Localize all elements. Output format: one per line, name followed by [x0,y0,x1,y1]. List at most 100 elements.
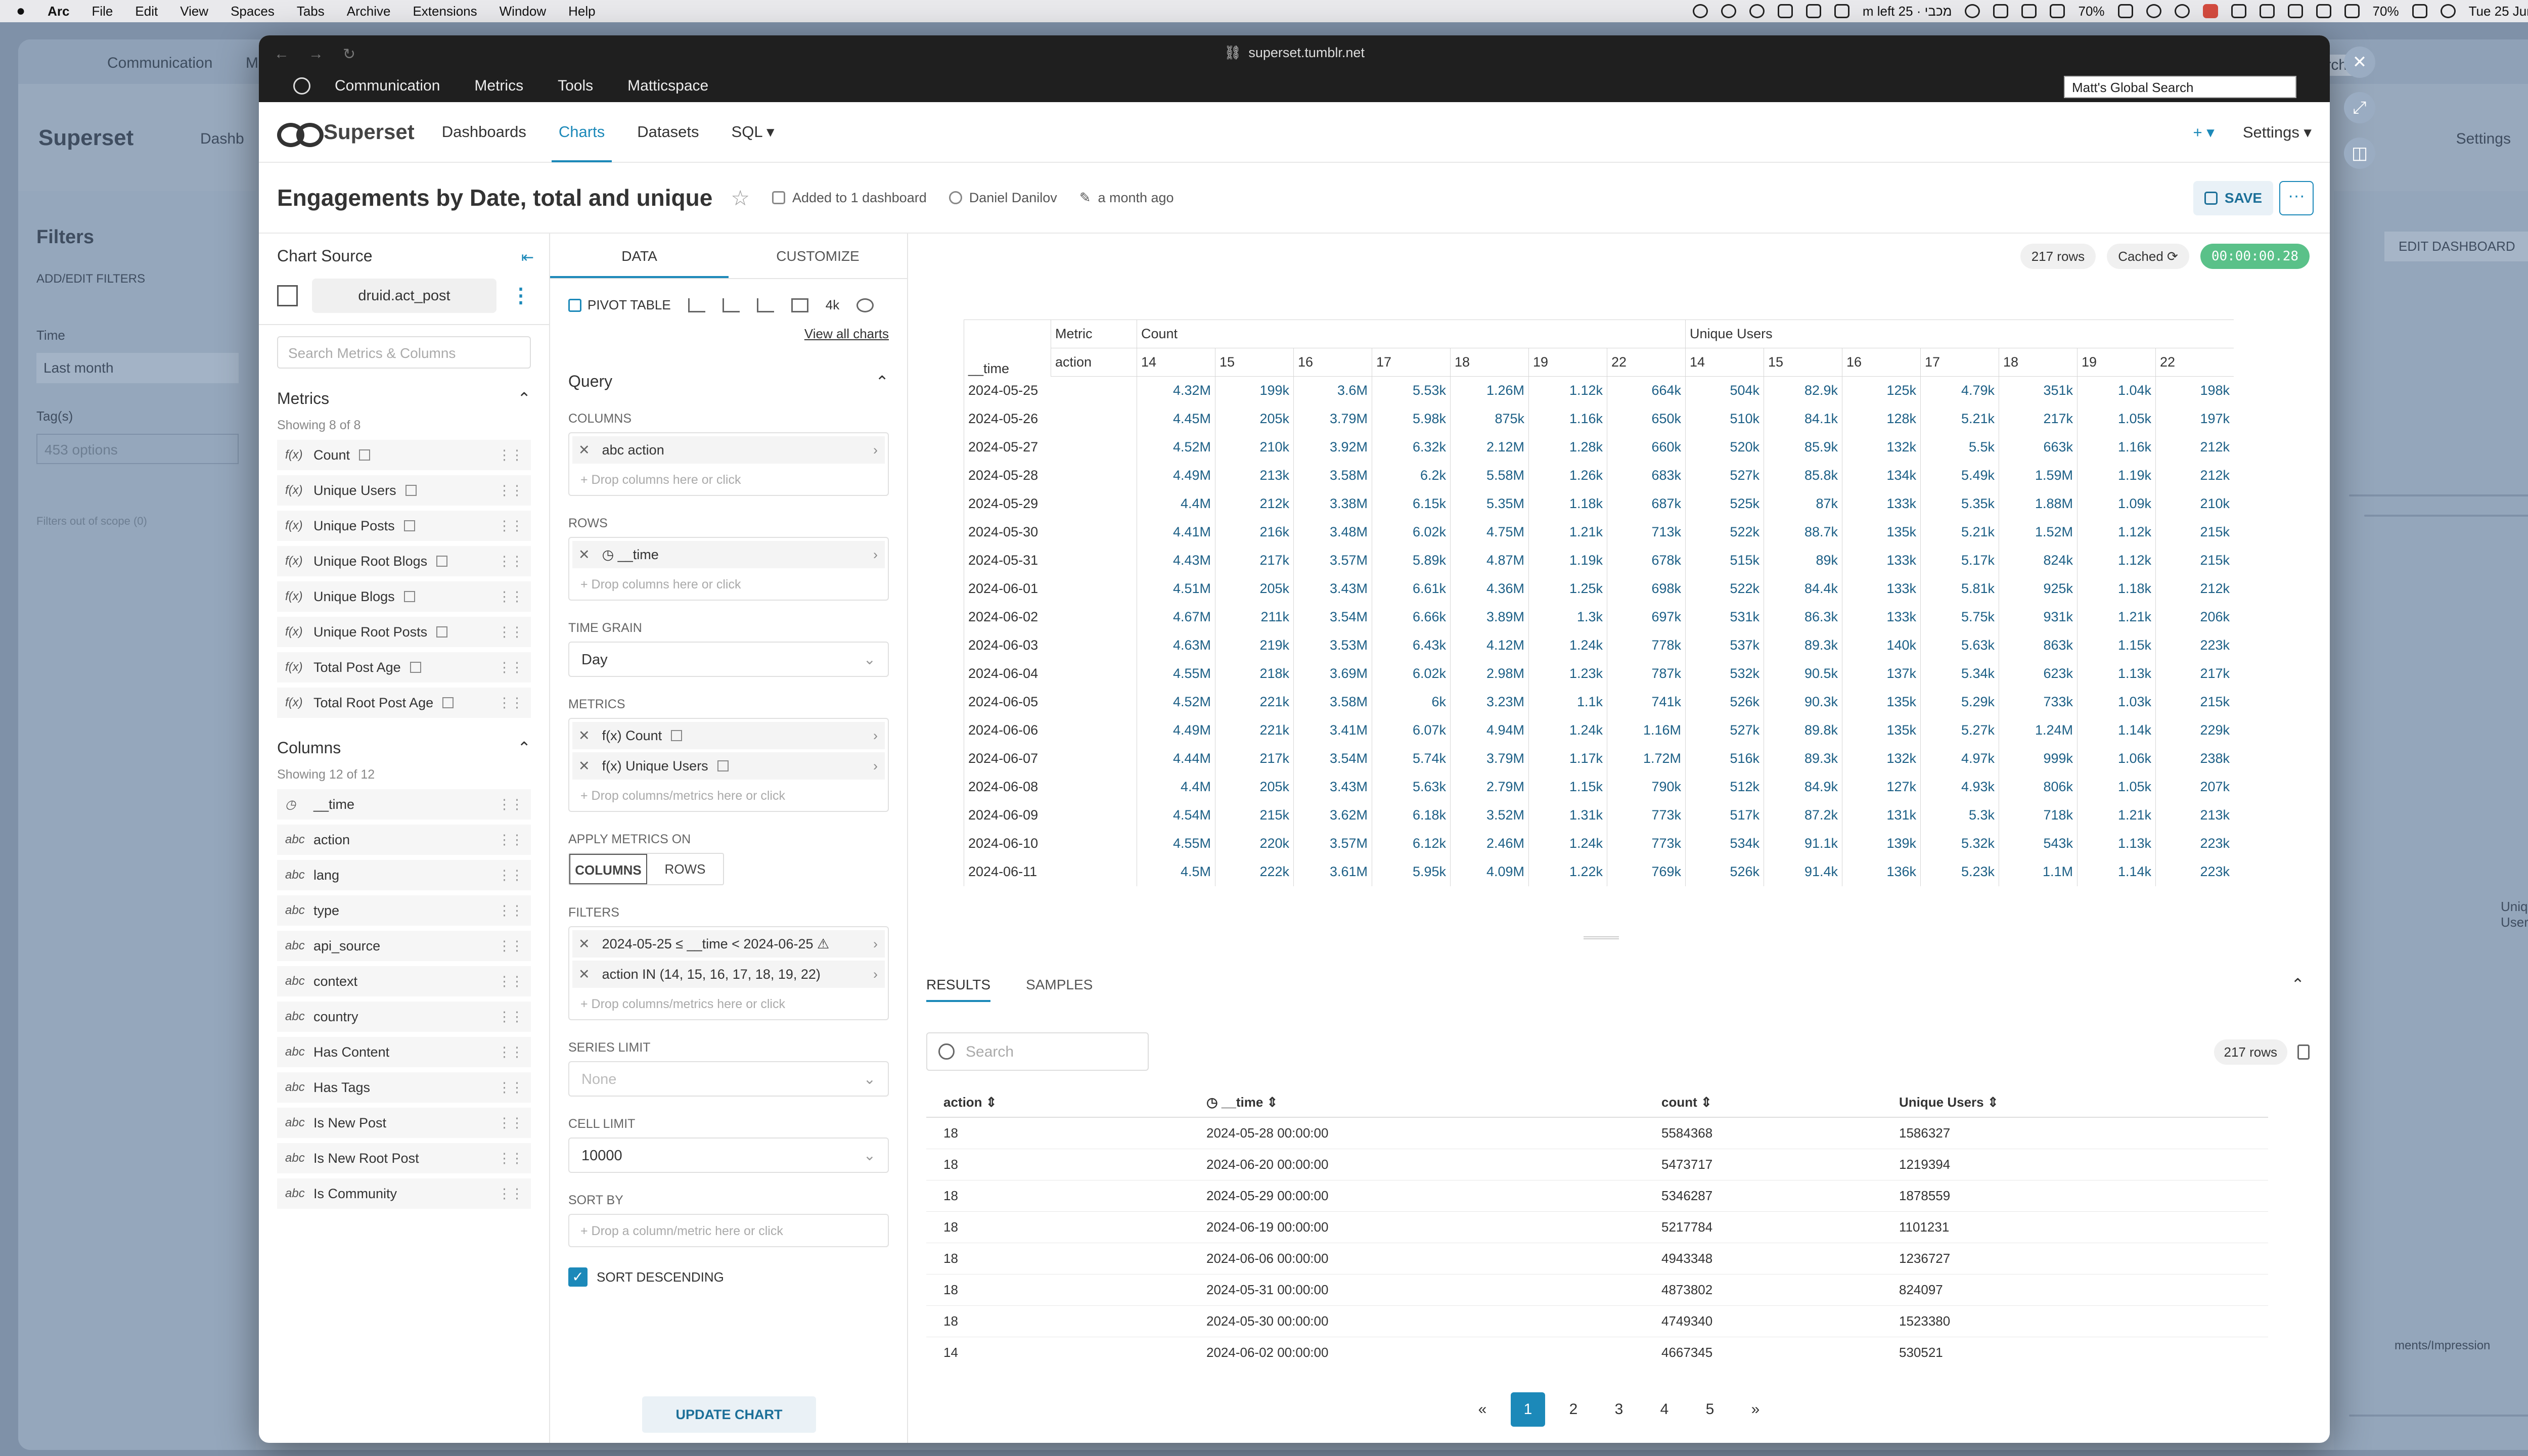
metric-item[interactable]: f(x) Unique Blogs ⋮⋮ [277,581,531,612]
metric-pill-count[interactable]: ✕ f(x) Count › [572,722,885,749]
expand-icon[interactable]: ⤢ [2344,92,2375,123]
menu-spaces[interactable]: Spaces [231,4,275,19]
remove-icon[interactable]: ✕ [578,728,590,744]
results-search-input[interactable]: Search [926,1032,1149,1071]
drag-handle-icon[interactable]: ⋮⋮ [498,483,524,498]
metric-pill-unique-users[interactable]: ✕ f(x) Unique Users › [572,752,885,780]
menu-edit[interactable]: Edit [135,4,158,19]
remove-icon[interactable]: ✕ [578,758,590,774]
bar-chart-filled-icon[interactable] [756,298,774,312]
sql-info-icon[interactable] [442,697,454,708]
copy-icon[interactable] [2297,1044,2310,1060]
menu-app-name[interactable]: Arc [48,4,69,19]
display-icon[interactable] [2050,4,2065,18]
bar-chart-icon[interactable] [722,298,740,312]
results-col-count[interactable]: count ⇕ [1644,1088,1882,1118]
drop-metrics-zone[interactable]: + Drop columns/metrics here or click [572,783,885,808]
moon-icon[interactable] [2117,4,2133,18]
drop-filters-zone[interactable]: + Drop columns/metrics here or click [572,991,885,1016]
menu-archive[interactable]: Archive [347,4,391,19]
more-actions-button[interactable]: ··· [2279,181,2314,215]
status-app-icon[interactable] [1692,4,1708,18]
collapse-results-icon[interactable]: ⌃ [2291,975,2305,994]
sql-info-icon[interactable] [671,730,683,741]
nav-sql[interactable]: SQL ▾ [732,102,775,162]
apply-on-columns[interactable]: COLUMNS [569,854,647,884]
drag-handle-icon[interactable]: ⋮⋮ [498,1009,524,1025]
time-grain-select[interactable]: Day ⌄ [568,642,889,677]
drag-handle-icon[interactable]: ⋮⋮ [498,797,524,812]
topnav-metrics[interactable]: Metrics [474,77,523,95]
dashboard-count-chip[interactable]: Added to 1 dashboard [772,190,927,206]
column-item[interactable]: abc Has Tags ⋮⋮ [277,1072,531,1103]
drag-handle-icon[interactable]: ⋮⋮ [498,554,524,569]
pivot-table-icon[interactable] [568,298,581,312]
results-col-unique-users[interactable]: Unique Users ⇕ [1882,1088,2268,1118]
drag-handle-icon[interactable]: ⋮⋮ [498,660,524,675]
control-center-icon[interactable] [2412,4,2427,18]
drag-handle-icon[interactable]: ⋮⋮ [498,1080,524,1096]
drag-handle-icon[interactable]: ⋮⋮ [498,1186,524,1202]
metrics-section-header[interactable]: Metrics ⌃ [277,389,531,408]
remove-icon[interactable]: ✕ [578,967,590,982]
dataset-name[interactable]: druid.act_post [311,279,496,313]
column-item[interactable]: abc lang ⋮⋮ [277,860,531,890]
expand-icon[interactable] [2021,4,2037,18]
back-icon[interactable]: ← [274,46,289,63]
query-section-header[interactable]: Query ⌃ [568,372,889,391]
page-prev[interactable]: « [1465,1392,1500,1427]
pie-chart-icon[interactable] [856,298,874,312]
column-item[interactable]: abc country ⋮⋮ [277,1002,531,1032]
column-item[interactable]: abc Is New Root Post ⋮⋮ [277,1143,531,1173]
column-item[interactable]: abc api_source ⋮⋮ [277,931,531,961]
chevron-right-icon[interactable]: › [873,547,878,563]
grammarly-icon[interactable] [1749,4,1765,18]
menu-view[interactable]: View [180,4,208,19]
remove-icon[interactable]: ✕ [578,936,590,952]
remove-icon[interactable]: ✕ [578,547,590,563]
topnav-tools[interactable]: Tools [558,77,593,95]
column-item[interactable]: ◷ __time ⋮⋮ [277,789,531,820]
share-icon[interactable] [2231,4,2246,18]
metric-item[interactable]: f(x) Unique Root Blogs ⋮⋮ [277,546,531,576]
page-5[interactable]: 5 [1693,1392,1727,1427]
column-item[interactable]: abc context ⋮⋮ [277,966,531,996]
microphone-icon[interactable] [2202,4,2218,18]
metric-item[interactable]: f(x) Count ⋮⋮ [277,440,531,470]
forward-icon[interactable]: → [308,46,324,63]
wordpress-logo-icon[interactable] [293,77,310,95]
column-item[interactable]: abc Is Community ⋮⋮ [277,1178,531,1209]
drag-handle-icon[interactable]: ⋮⋮ [498,518,524,534]
page-3[interactable]: 3 [1602,1392,1636,1427]
tab-results[interactable]: RESULTS [926,977,991,1002]
table-row[interactable]: 18 2024-05-29 00:00:00 5346287 1878559 [926,1180,2268,1212]
series-limit-select[interactable]: None ⌄ [568,1061,889,1097]
columns-section-header[interactable]: Columns ⌃ [277,738,531,757]
chevron-up-icon[interactable]: ⌃ [517,389,531,408]
drag-handle-icon[interactable]: ⋮⋮ [498,624,524,640]
cloud-icon[interactable] [1965,4,1980,18]
split-resize-handle[interactable] [1584,936,1619,939]
table-row[interactable]: 18 2024-06-19 00:00:00 5217784 1101231 [926,1211,2268,1243]
drag-handle-icon[interactable]: ⋮⋮ [498,1151,524,1166]
page-next[interactable]: » [1738,1392,1773,1427]
drop-rows-zone[interactable]: + Drop columns here or click [572,571,885,597]
screenshot-icon[interactable] [1993,4,2009,18]
menu-extensions[interactable]: Extensions [413,4,477,19]
table-row[interactable]: 18 2024-05-28 00:00:00 5584368 1586327 [926,1117,2268,1149]
tab-customize[interactable]: CUSTOMIZE [729,234,907,278]
drag-handle-icon[interactable]: ⋮⋮ [498,868,524,883]
metric-item[interactable]: f(x) Total Root Post Age ⋮⋮ [277,688,531,718]
results-col-time[interactable]: ◷ __time ⇕ [1189,1088,1644,1118]
siri-icon[interactable] [2440,4,2456,18]
drag-handle-icon[interactable]: ⋮⋮ [498,589,524,605]
apple-icon[interactable]: ● [16,3,25,20]
column-item[interactable]: abc action ⋮⋮ [277,825,531,855]
chevron-right-icon[interactable]: › [873,936,878,952]
column-item[interactable]: abc Has Content ⋮⋮ [277,1037,531,1067]
drag-handle-icon[interactable]: ⋮⋮ [498,832,524,848]
play-icon[interactable] [1721,4,1736,18]
row-pill-time[interactable]: ✕ ◷ __time › [572,541,885,568]
nav-dashboards[interactable]: Dashboards [442,102,526,162]
menu-help[interactable]: Help [568,4,595,19]
